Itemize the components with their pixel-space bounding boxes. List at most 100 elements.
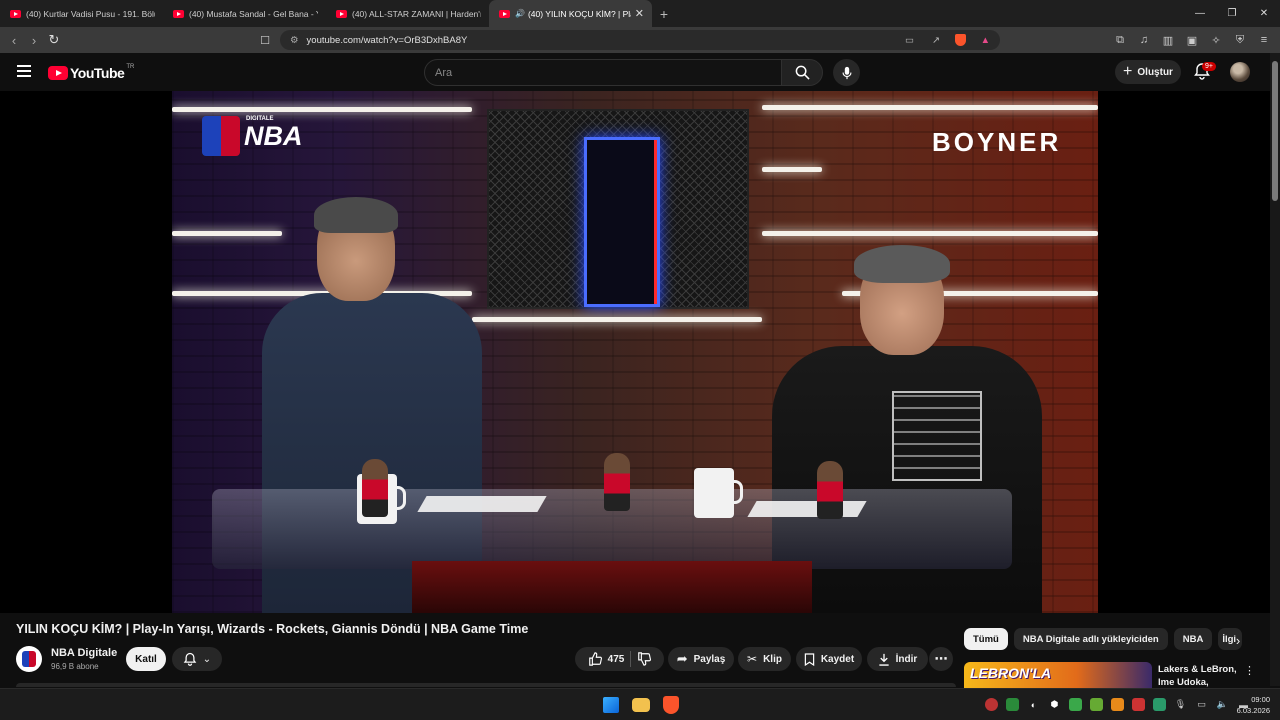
menu-icon[interactable]: ≡ [1256, 32, 1272, 48]
shelf-light [762, 231, 1098, 236]
tray-app-icon[interactable]: ◐ [1027, 698, 1040, 711]
shelf-light [762, 105, 1098, 110]
site-info-icon[interactable]: ⚙ [290, 35, 299, 46]
youtube-header: YouTube TR Ara + Oluştur 9+ [0, 53, 1270, 91]
reload-icon[interactable]: ↻ [44, 32, 64, 48]
brave-rewards-icon[interactable]: ▲ [981, 35, 990, 46]
restore-icon[interactable]: ❐ [1216, 0, 1248, 27]
share-icon[interactable]: ↗ [932, 35, 940, 46]
shelf-light [172, 107, 472, 112]
tray-app-icon[interactable] [1069, 698, 1082, 711]
windows-start-icon[interactable] [603, 697, 619, 713]
tray-app-icon[interactable] [1111, 698, 1124, 711]
more-horizontal-icon: ⋯ [934, 651, 948, 666]
brave-browser-icon[interactable] [663, 696, 679, 714]
video-player[interactable]: DIGITALE NBA BOYNER [0, 91, 1270, 613]
create-button[interactable]: + Oluştur [1115, 60, 1181, 84]
file-explorer-icon[interactable] [632, 698, 650, 712]
chip-all[interactable]: Tümü [964, 628, 1008, 650]
volume-icon[interactable]: 🔈 [1216, 698, 1229, 711]
join-button[interactable]: Katıl [126, 647, 166, 671]
sidebar-icon[interactable]: ▥ [1160, 32, 1176, 48]
youtube-logo[interactable]: YouTube TR [48, 64, 135, 81]
browser-tab[interactable]: (40) Mustafa Sandal - Gel Bana - You [163, 0, 326, 27]
related-video-thumbnail[interactable]: LEBRON'LA [964, 662, 1152, 688]
more-vertical-icon[interactable]: ⋮ [1244, 664, 1255, 677]
leo-ai-icon[interactable]: ✧ [1208, 32, 1224, 48]
tray-app-icon[interactable]: ⬢ [1048, 698, 1061, 711]
share-label: Paylaş [693, 653, 726, 665]
download-icon [879, 653, 889, 666]
nba-logo-icon [202, 116, 240, 156]
speaker-icon[interactable]: 🔊 [515, 9, 525, 18]
microphone-icon[interactable]: 🎙 [1174, 698, 1187, 711]
browser-tab[interactable]: (40) Kurtlar Vadisi Pusu - 191. Bölüm [0, 0, 163, 27]
minimize-icon[interactable]: — [1184, 0, 1216, 27]
like-button[interactable]: 475 [588, 652, 624, 666]
subscription-bell-button[interactable]: ⌄ [172, 647, 222, 671]
close-window-icon[interactable]: ✕ [1248, 0, 1280, 27]
cast-icon[interactable]: ▭ [905, 35, 914, 46]
browser-tab-active[interactable]: 🔊 (40) YILIN KOÇU KİM? | Play-I ✕ [489, 0, 652, 27]
page-scrollbar[interactable] [1270, 53, 1280, 686]
back-icon[interactable]: ‹ [4, 33, 24, 48]
channel-name[interactable]: NBA Digitale [51, 647, 117, 659]
thumbs-down-icon[interactable] [637, 652, 652, 666]
browser-tab-bar: (40) Kurtlar Vadisi Pusu - 191. Bölüm (4… [0, 0, 1280, 27]
youtube-play-icon [48, 66, 68, 80]
clock-time: 09:00 [1251, 695, 1270, 704]
download-button[interactable]: İndir [867, 647, 928, 671]
vpn-icon[interactable]: ⛨ [1232, 32, 1248, 48]
url-text: youtube.com/watch?v=OrB3DxhBA8Y [306, 34, 468, 46]
video-frame[interactable]: DIGITALE NBA BOYNER [172, 91, 1098, 613]
screenshot-icon[interactable]: ⧉ [1112, 32, 1128, 48]
tray-app-icon[interactable] [1006, 698, 1019, 711]
taskbar-clock[interactable]: 09:00 6.03.2026 [1237, 694, 1270, 716]
scrollbar-thumb[interactable] [1272, 61, 1278, 201]
description-box[interactable] [16, 683, 956, 687]
bookmark-icon[interactable]: ☐ [255, 34, 275, 47]
bookmark-icon [804, 652, 815, 666]
youtube-favicon-icon [499, 9, 510, 18]
search-icon [795, 65, 810, 80]
channel-watermark: DIGITALE NBA [202, 116, 303, 156]
thumbnail-text: LEBRON'LA [970, 665, 1052, 681]
voice-search-button[interactable] [833, 59, 860, 86]
hamburger-menu-icon[interactable] [17, 65, 31, 77]
browser-tab[interactable]: (40) ALL-STAR ZAMANI | Harden'ın Fi [326, 0, 489, 27]
channel-avatar[interactable] [16, 646, 42, 672]
chip-from-uploader[interactable]: NBA Digitale adlı yükleyiciden [1013, 628, 1168, 650]
tray-app-icon[interactable] [1090, 698, 1103, 711]
network-icon[interactable]: ▭ [1195, 698, 1208, 711]
search-button[interactable] [781, 59, 823, 86]
save-label: Kaydet [820, 653, 855, 665]
region-code: TR [126, 64, 135, 70]
chevron-down-icon: ⌄ [202, 653, 212, 665]
clip-button[interactable]: ✂ Klip [738, 647, 791, 671]
create-label: Oluştur [1137, 66, 1173, 78]
share-arrow-icon: ➦ [676, 651, 688, 666]
save-button[interactable]: Kaydet [796, 647, 862, 671]
more-actions-button[interactable]: ⋯ [929, 647, 953, 671]
tray-app-icon[interactable] [1153, 698, 1166, 711]
search-placeholder: Ara [435, 66, 453, 79]
new-tab-button[interactable]: + [652, 6, 676, 22]
watermark-small-text: DIGITALE [246, 116, 274, 122]
brave-shields-icon[interactable] [955, 34, 966, 46]
chevron-right-icon[interactable]: › [1228, 630, 1248, 650]
watermark-text: NBA [244, 120, 303, 151]
address-bar[interactable]: ⚙ youtube.com/watch?v=OrB3DxhBA8Y ▭ ↗ ▲ [280, 30, 1000, 50]
notification-badge: 9+ [1202, 62, 1216, 71]
search-input[interactable]: Ara [424, 59, 782, 86]
tray-app-icon[interactable] [1132, 698, 1145, 711]
account-avatar[interactable] [1230, 62, 1250, 82]
chip-nba[interactable]: NBA [1173, 628, 1213, 650]
sponsor-logo: BOYNER [932, 127, 1062, 157]
media-icon[interactable]: ♫ [1136, 32, 1152, 48]
wallet-icon[interactable]: ▣ [1184, 32, 1200, 48]
close-tab-icon[interactable]: ✕ [635, 7, 644, 20]
forward-icon[interactable]: › [24, 33, 44, 48]
thumbs-up-icon [588, 652, 602, 666]
share-button[interactable]: ➦ Paylaş [668, 647, 734, 671]
tray-app-icon[interactable] [985, 698, 998, 711]
